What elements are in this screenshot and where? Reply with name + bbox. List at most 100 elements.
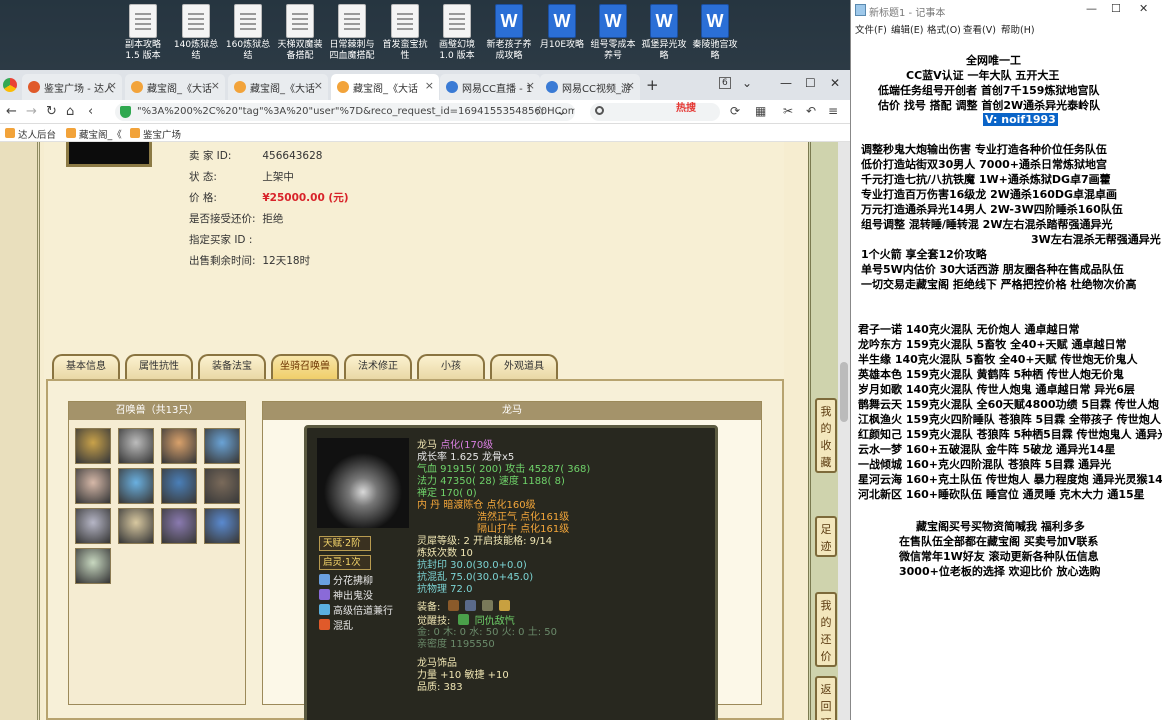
notepad-menu-item[interactable]: 编辑(E): [891, 22, 923, 36]
tab-count-badge[interactable]: 6: [719, 77, 731, 89]
pet-portrait[interactable]: [75, 508, 111, 544]
scrollbar-thumb[interactable]: [840, 362, 848, 422]
undo-icon[interactable]: ↶: [806, 104, 816, 118]
url-field[interactable]: "%3A%200%2C%20"tag"%3A%20"user"%7D&reco_…: [115, 103, 575, 121]
back-icon[interactable]: ←: [6, 104, 17, 119]
pet-portrait[interactable]: [204, 508, 240, 544]
page-tab[interactable]: 装备法宝: [198, 354, 266, 379]
bookmark-item[interactable]: 达人后台: [5, 127, 56, 141]
side-button[interactable]: 足迹: [815, 516, 837, 557]
pet-portrait[interactable]: [161, 428, 197, 464]
awaken-skill-icon[interactable]: [457, 614, 469, 625]
apps-icon[interactable]: ▦: [755, 104, 766, 118]
browser-tab[interactable]: 藏宝阁_《大话 ×: [125, 74, 225, 100]
pet-portrait[interactable]: [75, 468, 111, 504]
equip-slot-icon[interactable]: [499, 600, 511, 611]
pet-portrait[interactable]: [204, 428, 240, 464]
maximize-button[interactable]: ☐: [805, 76, 816, 90]
tab-close-icon[interactable]: ×: [425, 79, 434, 92]
maximize-button[interactable]: ☐: [1111, 2, 1121, 15]
side-button[interactable]: 我的收藏: [815, 398, 837, 473]
side-button[interactable]: 返回顶部: [815, 676, 837, 720]
desktop-file-icon[interactable]: 首发蛮宝抗 性: [380, 4, 430, 62]
desktop-file-icon[interactable]: 画璧幻境1.0 版本: [432, 4, 482, 62]
pet-portrait[interactable]: [118, 508, 154, 544]
browser-tab[interactable]: 藏宝阁_《大话 ×: [228, 74, 328, 100]
dropdown-icon[interactable]: ⌄: [556, 104, 567, 119]
page-tab[interactable]: 属性抗性: [125, 354, 193, 379]
notepad-text-area[interactable]: 全网唯一工 CC蓝V认证 一年大队 五开大王 低端任务组号开创者 首创7千159炼狱…: [851, 42, 1162, 720]
desktop-file-icon[interactable]: W 孤堡异光攻 略: [639, 4, 689, 62]
status-label: 状 态:: [189, 171, 217, 183]
notepad-line-text: 低端任务组号开创者 首创7千159炼狱地宫队: [878, 84, 1100, 97]
skill-row[interactable]: 分花拂柳: [319, 574, 373, 588]
browser-tab[interactable]: 网易CC视频_游 ×: [540, 74, 640, 100]
word-doc-icon: W: [650, 4, 678, 38]
tab-list-icon[interactable]: ⌄: [742, 76, 752, 90]
minimize-button[interactable]: —: [1086, 2, 1097, 15]
pet-portrait[interactable]: [75, 428, 111, 464]
close-window-button[interactable]: ✕: [830, 76, 840, 90]
forward-icon[interactable]: →: [26, 104, 37, 119]
desktop-file-icon[interactable]: 日常棘刺与 四血魔搭配: [327, 4, 377, 62]
browser-tab[interactable]: 鉴宝广场 - 达人 ×: [22, 74, 122, 100]
desktop-file-icon[interactable]: W 新老孩子养 成攻略: [484, 4, 534, 62]
scrollbar[interactable]: [838, 142, 850, 720]
desktop-file-icon[interactable]: 140炼狱总结: [171, 4, 221, 62]
search-input[interactable]: [590, 103, 720, 121]
browser-logo-icon[interactable]: [3, 78, 17, 92]
pet-portrait[interactable]: [161, 508, 197, 544]
bookmark-item[interactable]: 藏宝阁_《: [66, 127, 122, 141]
skill-row[interactable]: 混乱: [319, 619, 353, 633]
page-tab[interactable]: 外观道具: [490, 354, 558, 379]
bookmark-star-icon[interactable]: ☆: [534, 104, 546, 119]
desktop-file-icon[interactable]: W 月10E攻略: [537, 4, 587, 51]
close-window-button[interactable]: ✕: [1139, 2, 1148, 15]
menu-icon[interactable]: ≡: [828, 104, 838, 118]
desktop-file-icon[interactable]: 160炼狱总结: [223, 4, 273, 62]
browser-tab[interactable]: 网易CC直播 - 1 ×: [440, 74, 540, 100]
page-tab[interactable]: 坐骑召唤兽: [271, 354, 339, 379]
notepad-menu-item[interactable]: 查看(V): [963, 22, 996, 36]
desktop-file-icon[interactable]: W 组号零成本 养号: [588, 4, 638, 62]
cut-icon[interactable]: ✂: [783, 104, 793, 118]
desktop-file-icon[interactable]: 天梯双魔装 备搭配: [275, 4, 325, 62]
equip-slot-icon[interactable]: [481, 600, 493, 611]
skill-row[interactable]: 神出鬼没: [319, 589, 373, 603]
tab-close-icon[interactable]: ×: [626, 79, 635, 92]
hot-search-label[interactable]: 热搜: [676, 102, 696, 116]
minimize-button[interactable]: —: [780, 76, 792, 90]
home-icon[interactable]: ⌂: [66, 104, 74, 119]
page-tab[interactable]: 基本信息: [52, 354, 120, 379]
pet-portrait[interactable]: [75, 548, 111, 584]
tab-label: 藏宝阁_《大话: [250, 84, 315, 95]
tab-close-icon[interactable]: ×: [526, 79, 535, 92]
pet-portrait[interactable]: [118, 428, 154, 464]
tab-favicon-icon: [546, 81, 558, 93]
equip-slot-icon[interactable]: [447, 600, 459, 611]
tab-close-icon[interactable]: ×: [314, 79, 323, 92]
tab-close-icon[interactable]: ×: [108, 79, 117, 92]
pet-portrait[interactable]: [118, 468, 154, 504]
reload-icon[interactable]: ↻: [46, 104, 57, 119]
bookmark-item[interactable]: 鉴宝广场: [130, 127, 181, 141]
text-doc-icon: [338, 4, 366, 38]
equip-slot-icon[interactable]: [464, 600, 476, 611]
notepad-menu-item[interactable]: 格式(O): [927, 22, 961, 36]
page-tab[interactable]: 法术修正: [344, 354, 412, 379]
page-tab[interactable]: 小孩: [417, 354, 485, 379]
skill-row[interactable]: 高级倍道兼行: [319, 604, 393, 618]
back-arrow-icon[interactable]: ‹: [88, 104, 93, 119]
pet-portrait[interactable]: [161, 468, 197, 504]
notepad-menu-item[interactable]: 帮助(H): [1001, 22, 1035, 36]
new-tab-button[interactable]: +: [646, 76, 659, 94]
notepad-menu-item[interactable]: 文件(F): [855, 22, 887, 36]
side-button[interactable]: 我的还价: [815, 592, 837, 667]
refresh-icon[interactable]: ⟳: [730, 104, 740, 118]
notepad-line: CC蓝V认证 一年大队 五开大王: [906, 69, 1059, 83]
browser-tab[interactable]: 藏宝阁_《大话 ×: [331, 74, 439, 100]
desktop-file-icon[interactable]: W 秦陵驰宫攻 略: [690, 4, 740, 62]
desktop-file-icon[interactable]: 副本攻略1.5 版本: [118, 4, 168, 62]
pet-portrait[interactable]: [204, 468, 240, 504]
tab-close-icon[interactable]: ×: [211, 79, 220, 92]
